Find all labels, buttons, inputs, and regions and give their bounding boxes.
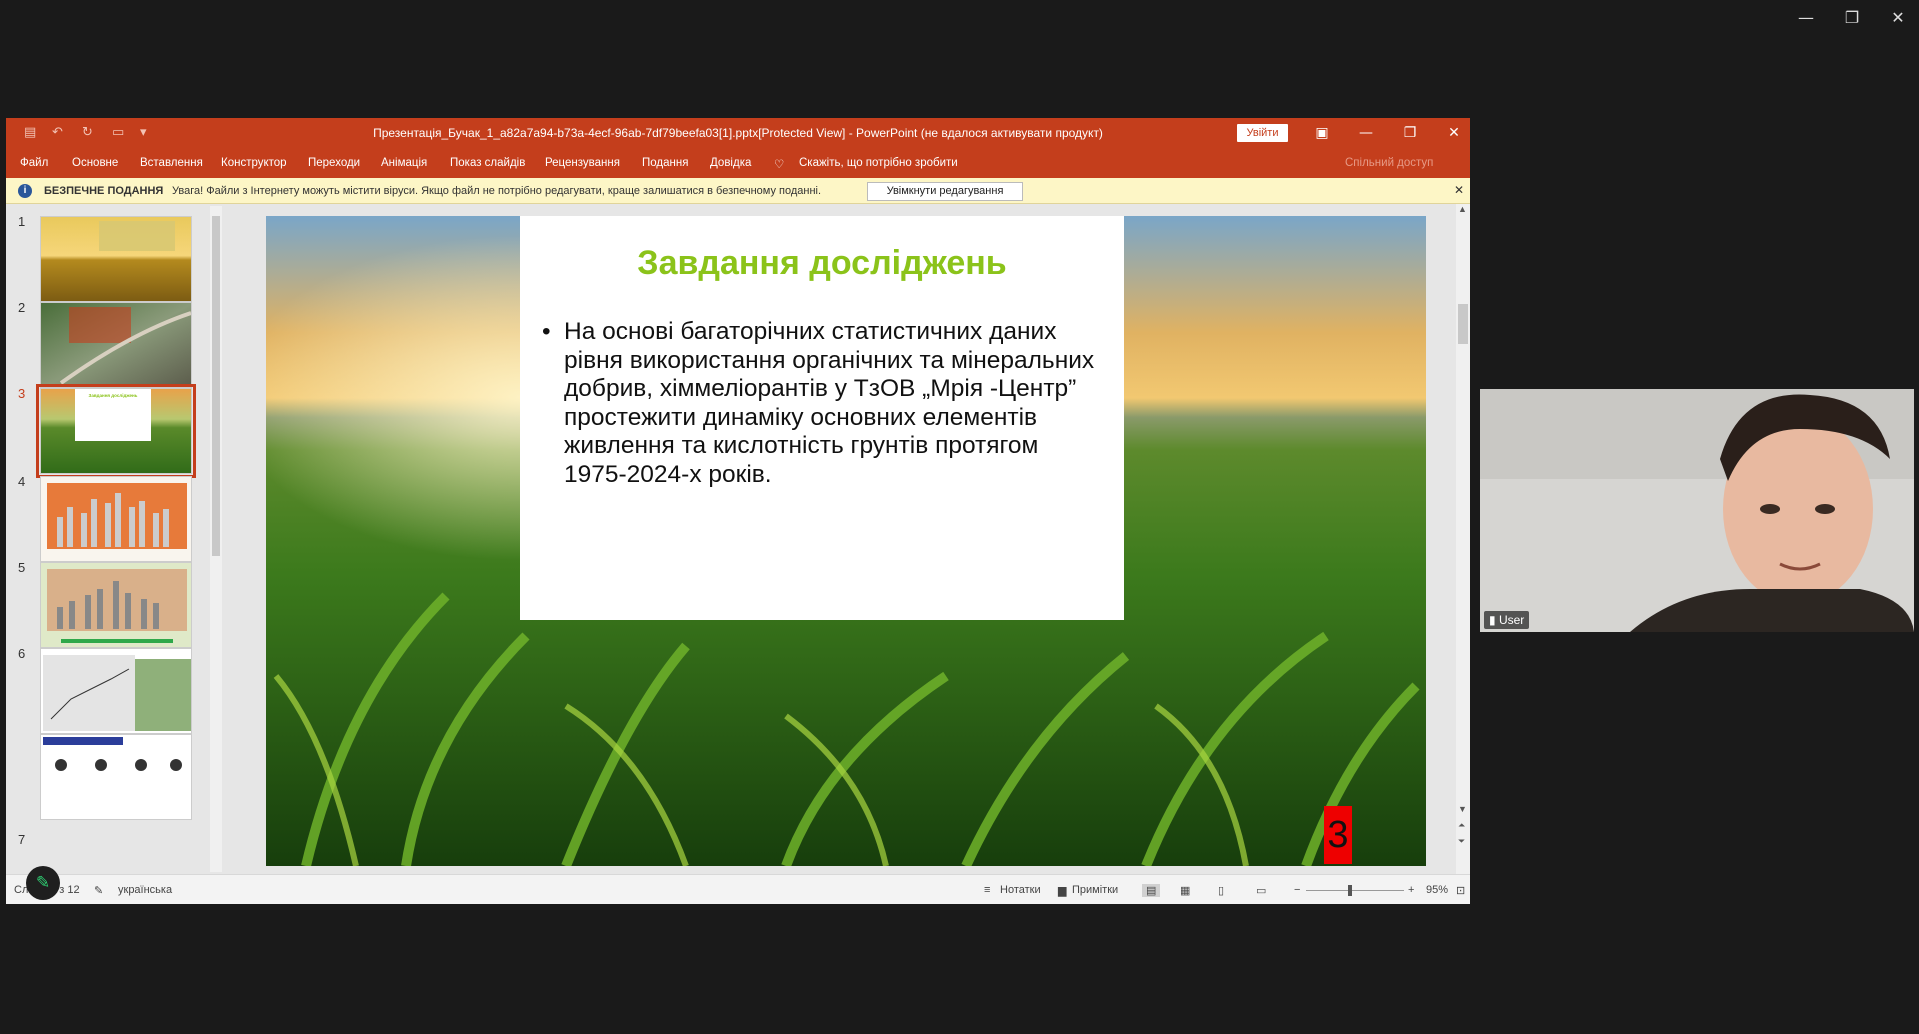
tab-file[interactable]: Файл bbox=[20, 157, 48, 169]
restore-button[interactable]: ❐ bbox=[1395, 122, 1425, 144]
comments-icon: ▆ bbox=[1058, 885, 1067, 897]
normal-view-icon[interactable]: ▤ bbox=[1142, 884, 1161, 897]
ribbon-tabs: Файл Основне Вставлення Конструктор Пере… bbox=[6, 148, 1470, 178]
slide-thumbnail-4[interactable] bbox=[40, 476, 192, 562]
slide-thumbnail-3[interactable]: Завдання досліджень bbox=[36, 384, 196, 478]
slide-editing-area: Завдання досліджень • На основі багаторі… bbox=[224, 204, 1470, 874]
next-slide-icon[interactable]: ⏷ bbox=[1458, 836, 1465, 847]
powerpoint-window: ▤ ↶ ↻ ▭ ▾ Презентація_Бучак_1_a82a7a94-b… bbox=[6, 118, 1470, 904]
outer-restore-button[interactable]: ❐ bbox=[1832, 8, 1872, 27]
tab-review[interactable]: Рецензування bbox=[545, 157, 620, 169]
bullet-dot-icon: • bbox=[542, 318, 551, 345]
tab-home[interactable]: Основне bbox=[72, 157, 118, 169]
participant-video: ▮ User bbox=[1480, 389, 1914, 632]
thumb-number: 4 bbox=[18, 474, 26, 489]
slideshow-icon[interactable]: ▭ bbox=[1256, 884, 1266, 897]
slide-thumbnail-2[interactable] bbox=[40, 302, 192, 388]
slide-thumbnail-6[interactable] bbox=[40, 648, 192, 734]
notes-button[interactable]: Нотатки bbox=[1000, 884, 1041, 896]
scrollbar-thumb[interactable] bbox=[1458, 304, 1468, 344]
shield-icon: i bbox=[18, 184, 32, 198]
thumb-number: 2 bbox=[18, 300, 26, 315]
thumb-number: 6 bbox=[18, 646, 26, 661]
minimize-button[interactable]: — bbox=[1351, 122, 1381, 144]
pen-icon[interactable]: ✎ bbox=[26, 866, 60, 900]
scroll-down-arrow-icon[interactable]: ▼ bbox=[1458, 804, 1467, 814]
slide-sorter-icon[interactable]: ▦ bbox=[1180, 884, 1190, 897]
zoom-slider[interactable] bbox=[1306, 890, 1404, 891]
participant-name: ▮ User bbox=[1484, 611, 1530, 629]
protected-view-message: Увага! Файли з Інтернету можуть містити … bbox=[172, 185, 822, 197]
signin-button[interactable]: Увійти bbox=[1237, 124, 1288, 142]
zoom-in-icon[interactable]: + bbox=[1408, 884, 1414, 896]
outer-minimize-button[interactable]: — bbox=[1786, 8, 1826, 27]
scrollbar-thumb[interactable] bbox=[212, 216, 220, 556]
tab-help[interactable]: Довідка bbox=[710, 157, 751, 169]
tab-insert[interactable]: Вставлення bbox=[140, 157, 203, 169]
spellcheck-icon[interactable]: ✎ bbox=[94, 884, 103, 897]
thumb-number: 5 bbox=[18, 560, 26, 575]
thumb-slide-title: Завдання досліджень bbox=[88, 393, 138, 398]
slide-scrollbar[interactable]: ▲ ▼ ⏶ ⏷ bbox=[1456, 204, 1470, 874]
enable-editing-button[interactable]: Увімкнути редагування bbox=[867, 182, 1023, 201]
previous-slide-icon[interactable]: ⏶ bbox=[1458, 820, 1465, 831]
participant-video-image bbox=[1480, 389, 1914, 632]
tab-slideshow[interactable]: Показ слайдів bbox=[450, 157, 525, 169]
tab-animations[interactable]: Анімація bbox=[381, 157, 427, 169]
reading-view-icon[interactable]: ▯ bbox=[1218, 884, 1224, 897]
slide-bullet-text: На основі багаторічних статистичних дани… bbox=[564, 318, 1095, 488]
slide-thumbnail-1[interactable] bbox=[40, 216, 192, 302]
thumb-number: 1 bbox=[18, 214, 26, 229]
slide-thumbnail-5[interactable] bbox=[40, 562, 192, 648]
ribbon-display-options-icon[interactable]: ▣ bbox=[1307, 122, 1337, 144]
slide-bullet: • На основі багаторічних статистичних да… bbox=[542, 318, 1102, 489]
protected-view-label: БЕЗПЕЧНЕ ПОДАННЯ bbox=[44, 185, 164, 197]
scroll-up-arrow-icon[interactable]: ▲ bbox=[1458, 204, 1467, 214]
tab-transitions[interactable]: Переходи bbox=[308, 157, 360, 169]
notes-icon: ≡ bbox=[984, 884, 991, 896]
zoom-level[interactable]: 95% bbox=[1426, 884, 1448, 896]
close-button[interactable]: ✕ bbox=[1439, 122, 1469, 144]
thumb-number: 7 bbox=[18, 832, 26, 847]
status-bar: Слайд 3 з 12 ✎ українська ≡ Нотатки ▆ Пр… bbox=[6, 874, 1470, 904]
current-slide[interactable]: Завдання досліджень • На основі багаторі… bbox=[266, 216, 1426, 866]
slide-number: 3 bbox=[1324, 806, 1352, 864]
close-icon[interactable]: ✕ bbox=[1454, 183, 1464, 197]
thumb-number: 3 bbox=[18, 386, 26, 401]
lightbulb-icon: ♡ bbox=[774, 159, 785, 171]
outer-close-button[interactable]: ✕ bbox=[1878, 8, 1918, 27]
tab-design[interactable]: Конструктор bbox=[221, 157, 287, 169]
fit-to-window-icon[interactable]: ⊡ bbox=[1456, 884, 1465, 897]
signal-icon: ▮ bbox=[1489, 613, 1499, 627]
tab-view[interactable]: Подання bbox=[642, 157, 688, 169]
language-indicator[interactable]: українська bbox=[118, 884, 172, 896]
tell-me-search[interactable]: Скажіть, що потрібно зробити bbox=[799, 157, 958, 169]
slide-thumbnail-7[interactable] bbox=[40, 734, 192, 820]
participant-name-text: User bbox=[1498, 613, 1525, 627]
slide-thumbnails-pane: 1 2 3 Завдання досліджень 4 5 6 7 bbox=[6, 204, 224, 874]
thumbnail-scrollbar[interactable] bbox=[210, 206, 222, 872]
zoom-out-icon[interactable]: − bbox=[1294, 884, 1300, 896]
protected-view-bar: i БЕЗПЕЧНЕ ПОДАННЯ Увага! Файли з Інтерн… bbox=[6, 178, 1470, 204]
title-bar: ▤ ↶ ↻ ▭ ▾ Презентація_Бучак_1_a82a7a94-b… bbox=[6, 118, 1470, 148]
comments-button[interactable]: Примітки bbox=[1072, 884, 1118, 896]
zoom-slider-thumb[interactable] bbox=[1348, 885, 1352, 896]
share-button[interactable]: Спільний доступ bbox=[1345, 157, 1433, 169]
slide-title: Завдання досліджень bbox=[637, 244, 1007, 282]
